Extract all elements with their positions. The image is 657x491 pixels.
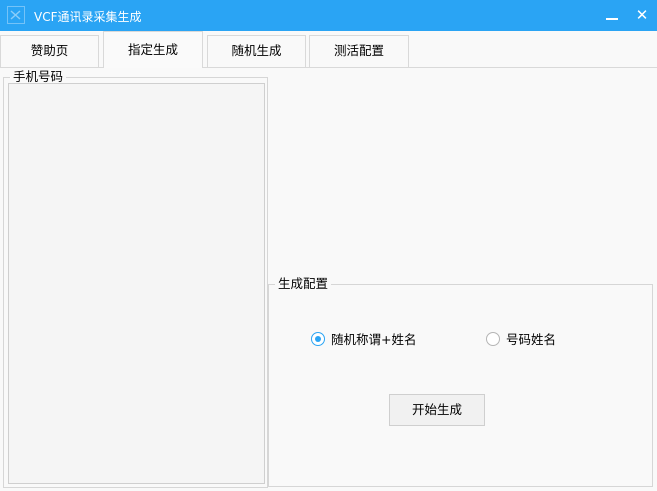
tab-liveness-config[interactable]: 测活配置 xyxy=(309,35,409,67)
minimize-button[interactable] xyxy=(597,0,627,31)
radio-number-name[interactable]: 号码姓名 xyxy=(486,329,556,348)
radio-number-name-label: 号码姓名 xyxy=(506,332,557,347)
title-bar: VCF通讯录采集生成 ✕ xyxy=(0,0,657,31)
tab-specified-generate[interactable]: 指定生成 xyxy=(103,31,203,68)
generate-config-legend: 生成配置 xyxy=(275,276,332,292)
radio-random-title-name[interactable]: 随机称谓+姓名 xyxy=(311,329,416,348)
radio-checked-icon xyxy=(311,331,325,346)
app-icon xyxy=(7,6,25,24)
tab-random-generate[interactable]: 随机生成 xyxy=(207,35,306,67)
radio-unchecked-icon xyxy=(486,331,500,346)
radio-random-title-name-label: 随机称谓+姓名 xyxy=(331,332,417,347)
phone-number-input[interactable] xyxy=(8,83,265,484)
start-generate-button[interactable]: 开始生成 xyxy=(389,394,485,426)
generate-config-group: 生成配置 xyxy=(268,276,653,487)
tab-divider xyxy=(0,67,657,68)
minimize-icon xyxy=(606,18,618,20)
close-button[interactable]: ✕ xyxy=(627,0,657,31)
tab-sponsor[interactable]: 赞助页 xyxy=(0,35,99,67)
window-title: VCF通讯录采集生成 xyxy=(34,10,142,24)
